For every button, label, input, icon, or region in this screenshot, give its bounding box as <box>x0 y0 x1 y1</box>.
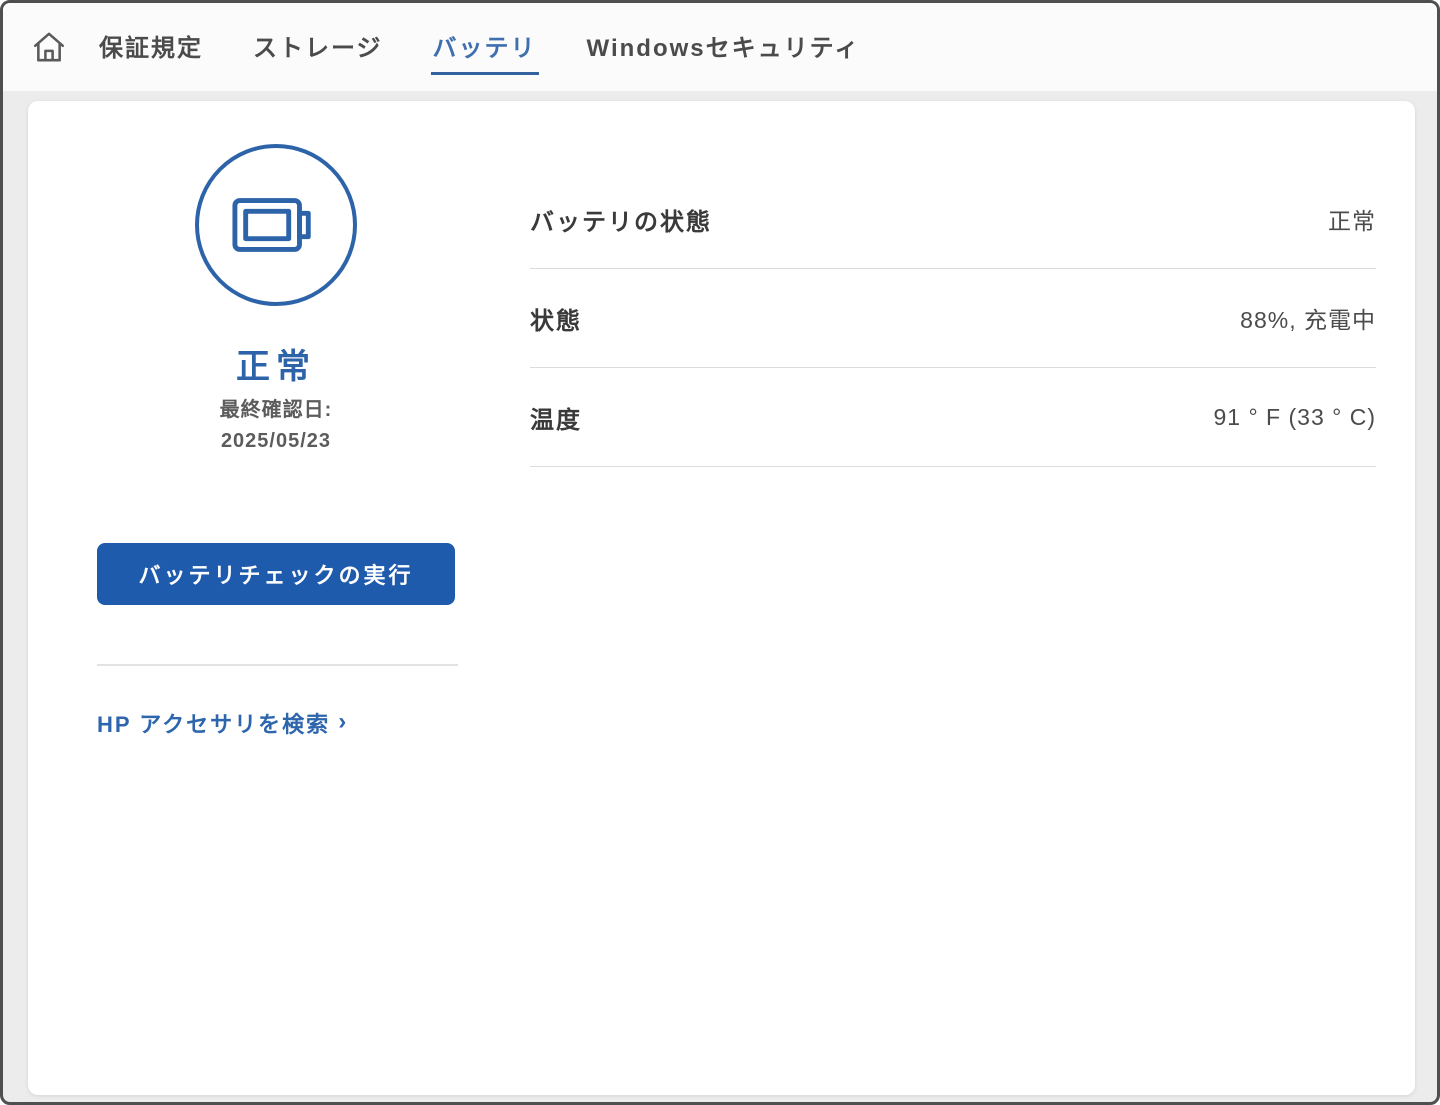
home-icon <box>31 29 67 65</box>
detail-row-temperature: 温度 91 ° F (33 ° C) <box>530 368 1376 467</box>
last-checked: 最終確認日: 2025/05/23 <box>96 395 456 457</box>
tab-storage[interactable]: ストレージ <box>251 20 385 75</box>
home-button[interactable] <box>29 27 69 67</box>
battery-status-text: 正常 <box>236 348 316 386</box>
top-navbar: 保証規定 ストレージ バッテリ Windowsセキュリティ <box>3 3 1437 91</box>
tab-warranty[interactable]: 保証規定 <box>97 20 205 75</box>
detail-value: 88%, 充電中 <box>1240 307 1376 333</box>
run-battery-check-button[interactable]: バッテリチェックの実行 <box>97 543 455 605</box>
tab-battery[interactable]: バッテリ <box>430 20 539 75</box>
detail-row-charge-state: 状態 88%, 充電中 <box>530 269 1376 368</box>
detail-row-battery-state: バッテリの状態 正常 <box>530 170 1376 269</box>
left-column-divider <box>97 664 458 666</box>
last-checked-label: 最終確認日: <box>219 399 333 421</box>
battery-panel-card: 正常 最終確認日: 2025/05/23 バッテリチェックの実行 HP アクセサ… <box>28 101 1415 1095</box>
tab-windows-security[interactable]: Windowsセキュリティ <box>585 20 863 75</box>
chevron-right-icon: › <box>338 708 349 735</box>
detail-value: 正常 <box>1328 208 1376 234</box>
hp-accessories-link-label: HP アクセサリを検索 <box>97 712 331 737</box>
battery-icon <box>231 194 321 256</box>
detail-value: 91 ° F (33 ° C) <box>1213 403 1376 430</box>
detail-label: 状態 <box>530 307 582 335</box>
battery-details-list: バッテリの状態 正常 状態 88%, 充電中 温度 91 ° F (33 ° C… <box>530 170 1376 467</box>
last-checked-date: 2025/05/23 <box>220 430 332 452</box>
detail-label: バッテリの状態 <box>530 208 712 236</box>
battery-status-circle <box>195 144 357 306</box>
app-window: 保証規定 ストレージ バッテリ Windowsセキュリティ 正常 最終確認日: … <box>0 0 1440 1105</box>
hp-accessories-link[interactable]: HP アクセサリを検索 › <box>97 707 348 739</box>
detail-label: 温度 <box>530 406 582 434</box>
tab-bar: 保証規定 ストレージ バッテリ Windowsセキュリティ <box>97 20 862 75</box>
